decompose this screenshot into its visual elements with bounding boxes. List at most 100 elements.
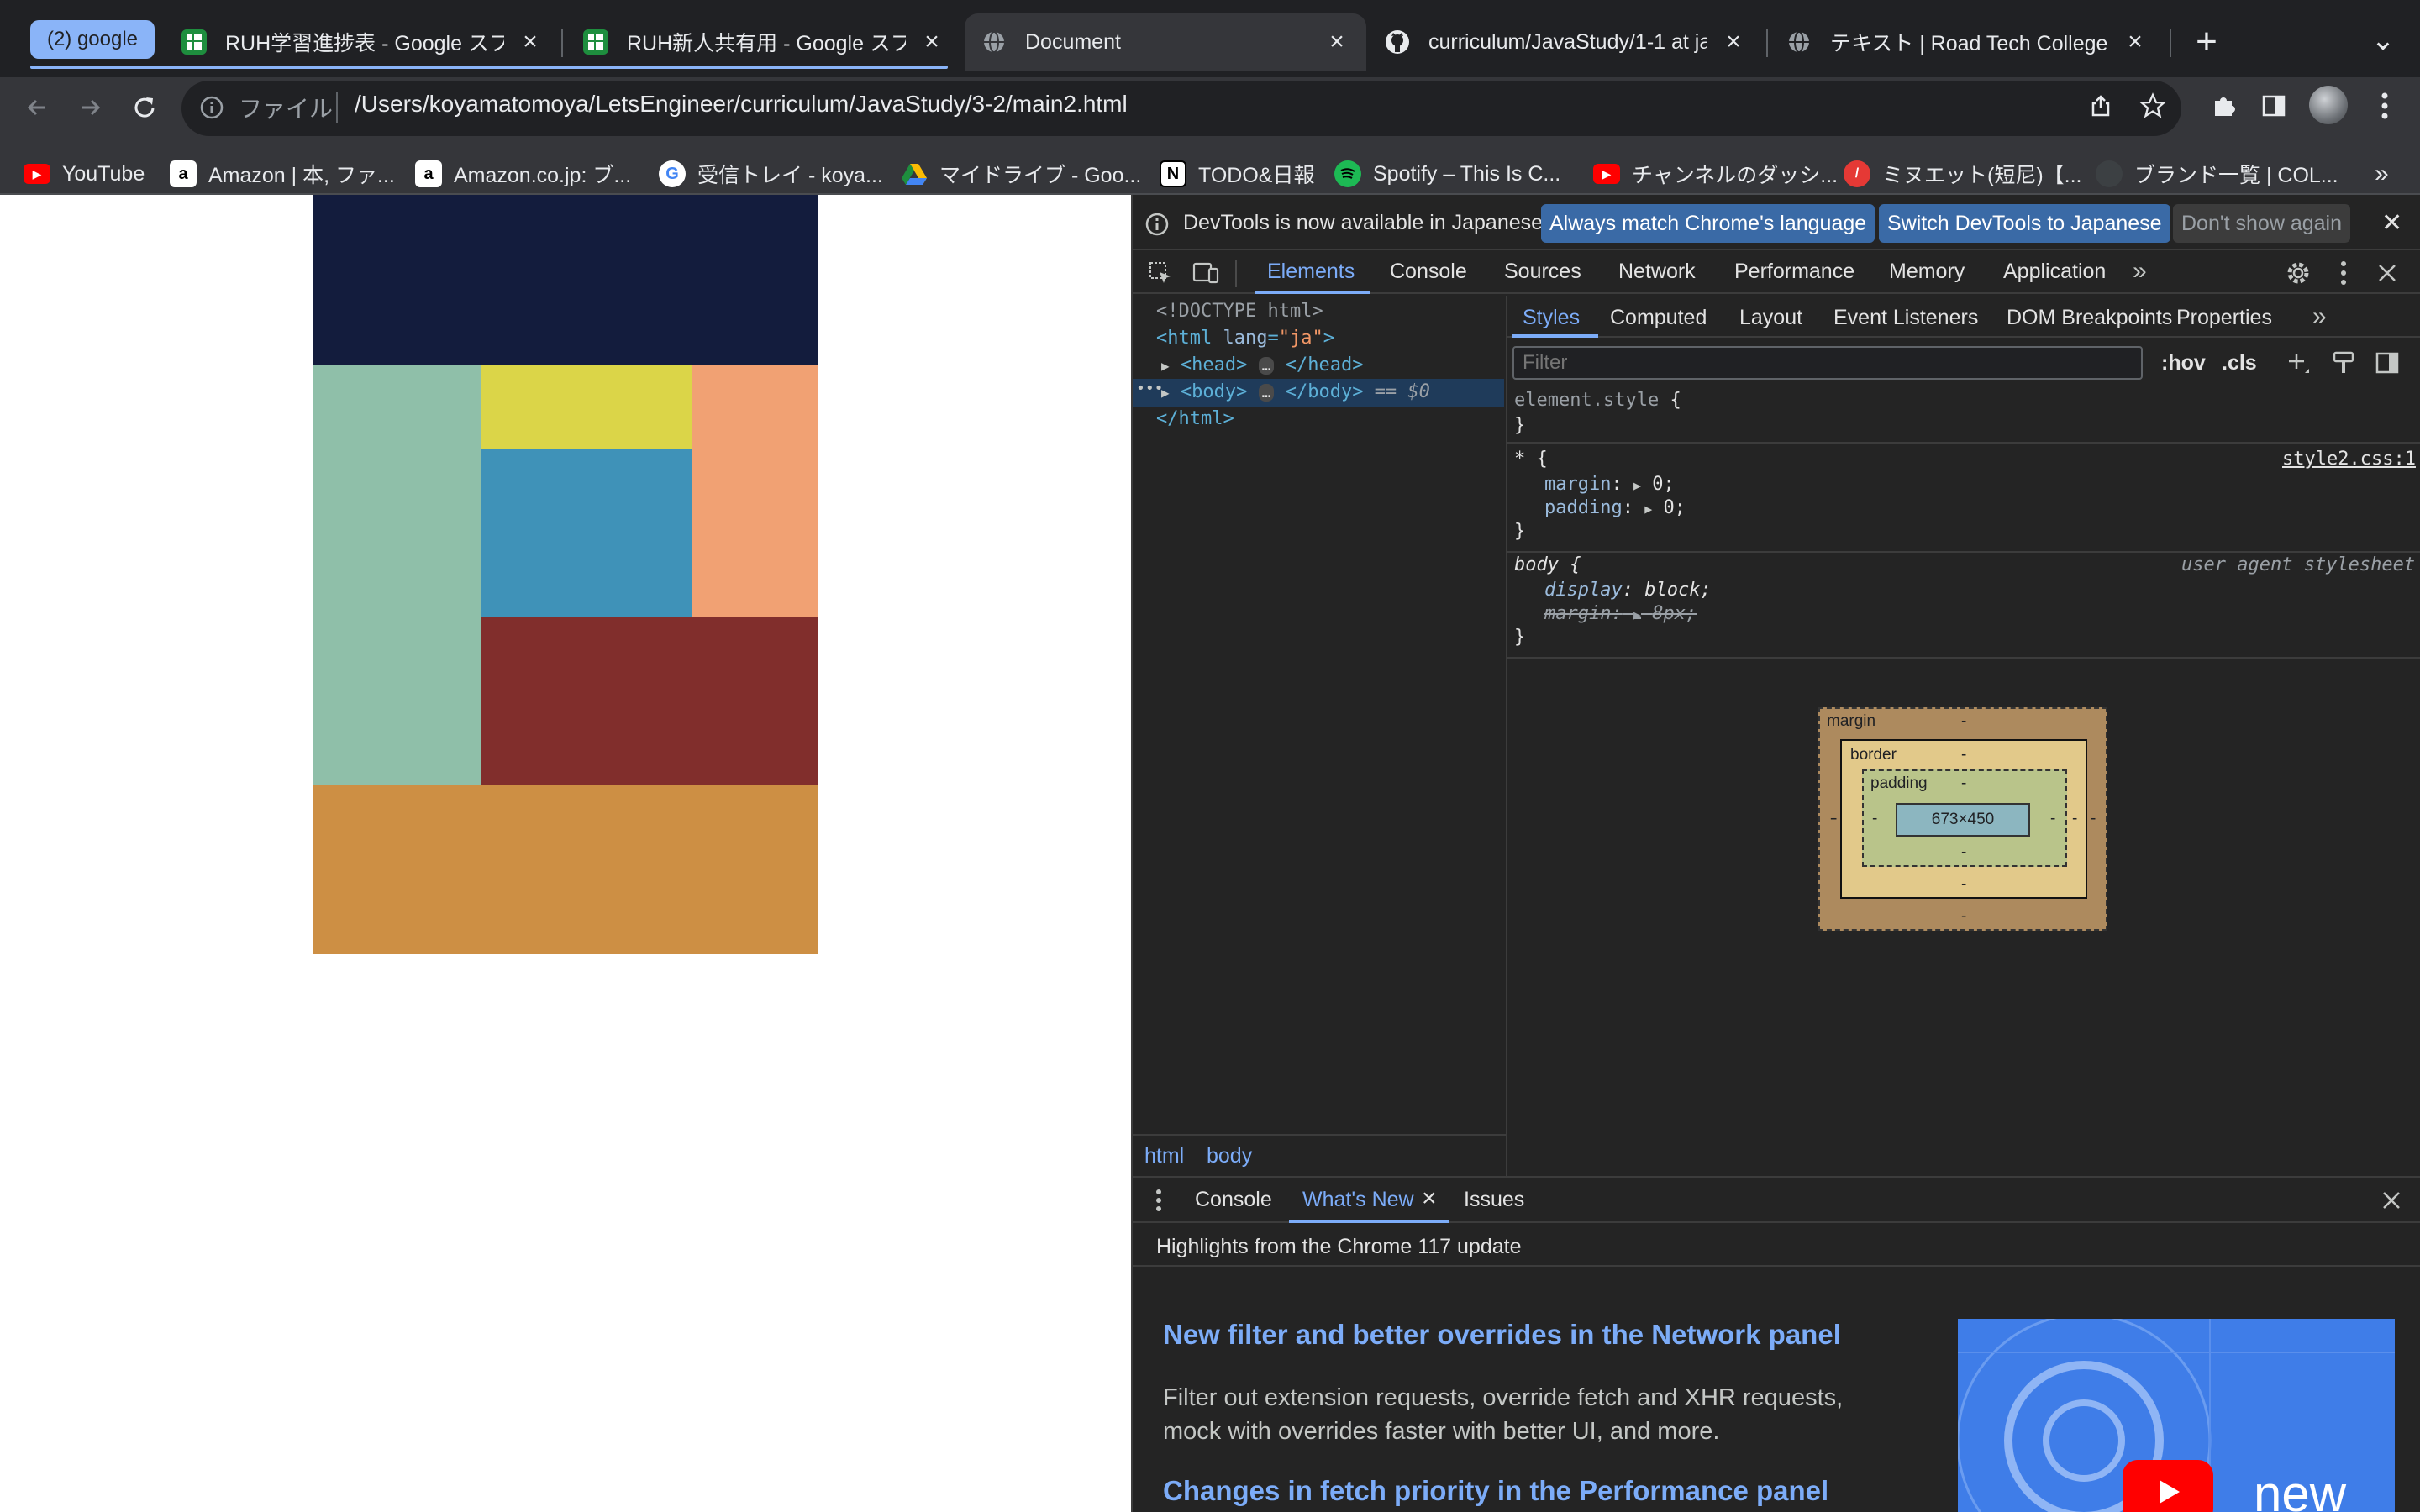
subtab-styles[interactable]: Styles [1523,306,1580,330]
dont-show-again-button[interactable]: Don't show again [2173,204,2351,243]
reload-button[interactable] [124,87,165,128]
close-drawer-icon[interactable] [2378,1186,2405,1215]
toggle-sidebar-icon[interactable] [2373,348,2402,378]
styles-filter-input[interactable] [1512,346,2143,380]
subtab-event-listeners[interactable]: Event Listeners [1833,306,1978,330]
tab-ruh-share[interactable]: RUH新人共有用 - Google スプレ × [566,13,961,71]
whats-new-close-icon[interactable]: × [1422,1184,1437,1213]
margin-bottom-value[interactable]: - [1961,907,1966,926]
more-tabs-icon[interactable]: » [2133,257,2147,286]
share-icon[interactable] [2084,89,2118,123]
tab-close-icon[interactable]: × [518,29,543,55]
expand-triangle-icon[interactable]: ▶ [1634,607,1641,622]
drawer-tab-console[interactable]: Console [1195,1188,1272,1212]
bookmark-spotify[interactable]: Spotify – This Is C... [1334,155,1560,193]
tab-close-icon[interactable]: × [1324,29,1349,55]
dom-html-open[interactable]: <html lang="ja"> [1156,328,1334,349]
cls-toggle[interactable]: .cls [2222,351,2257,375]
expand-triangle-icon[interactable]: ▶ [1161,358,1170,374]
padding-bottom-value[interactable]: - [1961,843,1966,862]
margin-top-value[interactable]: - [1961,712,1966,731]
address-url[interactable]: /Users/koyamatomoya/LetsEngineer/curricu… [355,91,1128,118]
dom-doctype[interactable]: <!DOCTYPE html> [1156,301,1323,322]
article-2-title[interactable]: Changes in fetch priority in the Perform… [1163,1475,1828,1507]
tab-elements[interactable]: Elements [1267,260,1355,284]
info-icon[interactable] [197,92,227,123]
expand-triangle-icon[interactable]: ▶ [1634,478,1641,493]
element-style-selector[interactable]: element.style { [1514,390,1681,411]
bookmark-notion-todo[interactable]: N TODO&日報 [1160,155,1314,193]
tab-close-icon[interactable]: × [2123,29,2148,55]
tab-console[interactable]: Console [1390,260,1467,284]
infobar-close-icon[interactable]: ✕ [2381,208,2402,238]
bookmark-amazon-jp[interactable]: a Amazon.co.jp: ブ... [415,155,631,193]
new-tab-button[interactable]: + [2186,21,2227,62]
inspect-element-icon[interactable] [1144,257,1176,289]
subtab-computed[interactable]: Computed [1610,306,1707,330]
breadcrumb-body[interactable]: body [1207,1144,1252,1168]
bookmark-youtube-dashboard[interactable]: ▶ チャンネルのダッシ... [1593,155,1838,193]
more-subtabs-icon[interactable]: » [2312,302,2327,331]
subtab-layout[interactable]: Layout [1739,306,1802,330]
tab-performance[interactable]: Performance [1734,260,1854,284]
element-state-paint-icon[interactable] [2329,348,2358,378]
decl-margin-overridden[interactable]: margin: ▶ 8px; [1544,603,1697,624]
drawer-tab-whats-new[interactable]: What's New [1302,1188,1414,1212]
bookmark-amazon-books[interactable]: a Amazon | 本, ファ... [170,155,395,193]
decl-display[interactable]: display: block; [1544,580,1712,601]
tab-github-curriculum[interactable]: curriculum/JavaStudy/1-1 at ja × [1368,13,1763,71]
padding-right-value[interactable]: - [2050,810,2055,828]
dom-head-row[interactable]: ▶ <head> … </head> [1161,354,1363,375]
box-model-content[interactable]: 673×450 [1896,803,2030,837]
body-selector[interactable]: body { [1514,554,1581,575]
devtools-menu-icon[interactable] [2331,257,2356,289]
profile-avatar[interactable] [2309,86,2348,124]
drawer-tab-issues[interactable]: Issues [1464,1188,1524,1212]
universal-source-link[interactable]: style2.css:1 [2282,449,2416,470]
bookmark-youtube[interactable]: ▶ YouTube [24,155,145,193]
side-panel-icon[interactable] [2255,87,2292,124]
tab-ruh-progress[interactable]: RUH学習進捗表 - Google スプレ × [165,13,560,71]
breadcrumb-html[interactable]: html [1144,1144,1184,1168]
margin-right-value[interactable]: - [2091,810,2096,828]
bookmark-gmail-inbox[interactable]: G 受信トレイ - koya... [659,155,883,193]
tab-document[interactable]: Document × [965,13,1366,71]
dom-body-row[interactable]: ▶ <body> … </body> == $0 [1161,381,1430,402]
tab-network[interactable]: Network [1618,260,1696,284]
subtab-dom-breakpoints[interactable]: DOM Breakpoints [2007,306,2172,330]
article-1-title[interactable]: New filter and better overrides in the N… [1163,1319,1841,1351]
decl-padding[interactable]: padding: ▶ 0; [1544,497,1686,518]
ellipsis-badge[interactable]: … [1258,357,1275,375]
chrome-menu-icon[interactable] [2368,87,2402,124]
decl-margin[interactable]: margin: ▶ 0; [1544,474,1675,495]
forward-button[interactable] [71,87,111,128]
expand-triangle-icon[interactable]: ▶ [1161,385,1170,401]
always-match-language-button[interactable]: Always match Chrome's language [1541,204,1876,243]
tab-close-icon[interactable]: × [1721,29,1746,55]
box-model-border-left-value[interactable]: - [1832,810,1837,828]
ellipsis-badge[interactable]: … [1258,384,1275,402]
bookmark-brand-list[interactable]: ブランド一覧 | COL... [2096,155,2338,193]
tab-close-icon[interactable]: × [919,29,944,55]
border-bottom-value[interactable]: - [1961,875,1966,894]
device-toolbar-icon[interactable] [1190,257,1222,289]
tab-search-button[interactable]: ⌄ [2365,22,2402,59]
extensions-puzzle-icon[interactable] [2205,87,2242,124]
back-button[interactable] [17,87,57,128]
bookmarks-overflow-button[interactable]: » [2375,155,2389,193]
drawer-menu-icon[interactable] [1151,1186,1166,1215]
bookmark-google-drive[interactable]: マイドライブ - Goo... [901,155,1141,193]
tab-application[interactable]: Application [2003,260,2106,284]
tab-group-google[interactable]: (2) google [30,20,155,59]
whats-new-video-thumbnail[interactable]: new [1958,1319,2395,1512]
universal-selector[interactable]: * { [1514,449,1548,470]
box-model-border-right-value[interactable]: - [2072,810,2077,828]
expand-triangle-icon[interactable]: ▶ [1644,501,1652,517]
switch-to-japanese-button[interactable]: Switch DevTools to Japanese [1879,204,2170,243]
close-devtools-icon[interactable] [2373,257,2402,289]
settings-gear-icon[interactable] [2282,257,2314,289]
tab-memory[interactable]: Memory [1889,260,1965,284]
hov-toggle[interactable]: :hov [2161,351,2206,375]
dom-html-close[interactable]: </html> [1156,408,1234,429]
border-top-value[interactable]: - [1961,746,1966,764]
